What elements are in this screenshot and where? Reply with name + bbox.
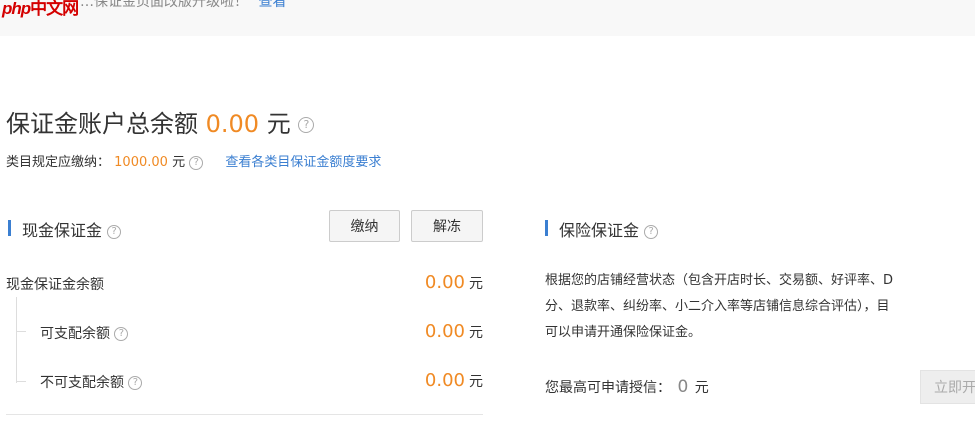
unavailable-balance-label: 不可支配余额 ? xyxy=(40,372,143,392)
category-required-amount: 1000.00 xyxy=(114,155,168,170)
question-circle-icon[interactable]: ? xyxy=(644,224,659,239)
tree-branch xyxy=(16,331,26,332)
available-balance-amount: 0.00 元 xyxy=(424,321,483,342)
available-balance-label: 可支配余额 ? xyxy=(40,323,129,343)
insurance-description: 根据您的店铺经营状态（包含开店时长、交易额、好评率、D 分、退款率、纠纷率、小二… xyxy=(545,273,894,340)
max-credit-amount: 0 xyxy=(677,377,689,397)
total-balance-amount: 0.00 xyxy=(205,110,260,138)
section-divider xyxy=(6,414,483,415)
insurance-deposit-title: 保险保证金 ? xyxy=(543,217,659,241)
question-circle-icon[interactable]: ? xyxy=(114,327,129,341)
total-balance-unit: 元 xyxy=(266,110,291,138)
unfreeze-button[interactable]: 解冻 xyxy=(411,210,483,242)
question-circle-icon[interactable]: ? xyxy=(128,376,143,390)
cash-balance-amount: 0.00 元 xyxy=(424,272,483,293)
tree-branch xyxy=(16,381,26,382)
notice-text: …保证金页面改版升级啦！ xyxy=(80,0,248,10)
question-circle-icon[interactable]: ? xyxy=(298,117,315,133)
question-circle-icon[interactable]: ? xyxy=(107,224,122,239)
cash-balance-label: 现金保证金余额 xyxy=(6,277,104,293)
site-logo: php中文网 xyxy=(2,0,79,18)
upgrade-notice: …保证金页面改版升级啦！ 查看 xyxy=(80,0,286,11)
unavailable-balance-amount: 0.00 元 xyxy=(424,370,483,391)
category-required-line: 类目规定应缴纳： 1000.00 元 ? 查看各类目保证金额度要求 xyxy=(6,155,382,170)
cash-deposit-title: 现金保证金 ? xyxy=(6,217,122,241)
notice-view-link[interactable]: 查看 xyxy=(258,0,286,10)
top-notice-bar: php中文网 …保证金页面改版升级啦！ 查看 xyxy=(0,0,975,36)
question-circle-icon[interactable]: ? xyxy=(189,155,204,170)
tree-connector xyxy=(16,297,17,383)
category-requirement-link[interactable]: 查看各类目保证金额度要求 xyxy=(225,155,381,170)
apply-now-button[interactable]: 立即开 xyxy=(920,370,975,404)
pay-button[interactable]: 缴纳 xyxy=(329,210,400,242)
max-credit-line: 您最高可申请授信： 0 元 xyxy=(545,377,709,397)
total-balance-title: 保证金账户总余额 0.00 元 ? xyxy=(6,104,315,139)
